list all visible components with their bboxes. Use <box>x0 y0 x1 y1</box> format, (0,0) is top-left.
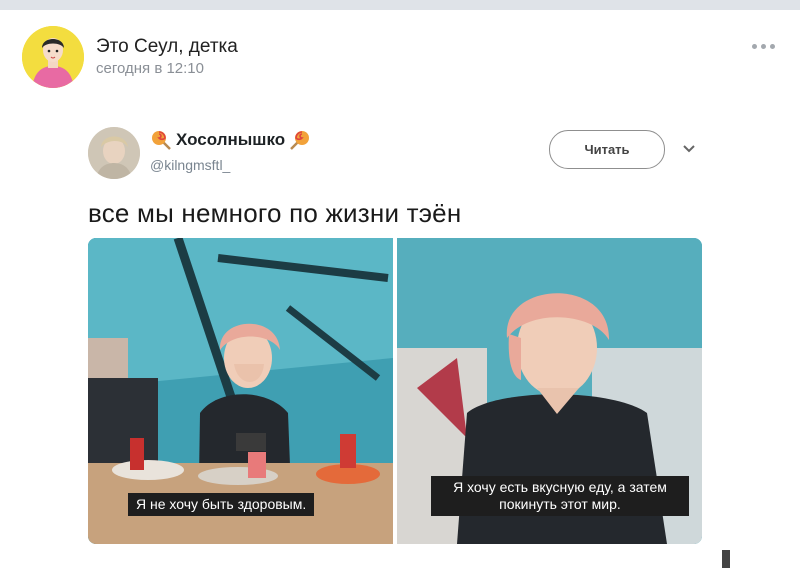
lollipop-icon <box>152 131 171 150</box>
left-image-frame: Я не хочу быть здоровым. <box>88 238 393 544</box>
tweet-media: Я не хочу быть здоровым. Я хочу есть вку… <box>88 238 702 544</box>
tweet-screenshot: Хосолнышко @kilngmsftl_ Читать все мы не… <box>84 120 714 550</box>
chevron-down-icon <box>683 145 695 153</box>
scroll-indicator <box>722 550 730 568</box>
post-timestamp[interactable]: сегодня в 12:10 <box>96 60 204 77</box>
lollipop-icon <box>290 131 310 150</box>
tweet-author-row: Хосолнышко <box>150 129 311 151</box>
group-name[interactable]: Это Сеул, детка <box>96 36 238 58</box>
top-bar <box>0 0 800 10</box>
group-avatar[interactable] <box>22 26 84 88</box>
more-horizontal-icon[interactable] <box>748 36 778 56</box>
right-image-frame: Я хочу есть вкусную еду, а затем покинут… <box>397 238 702 544</box>
post-header: Это Сеул, детка сегодня в 12:10 <box>22 26 782 92</box>
tweet-author-name: Хосолнышко <box>176 130 286 149</box>
tweet-author-avatar <box>88 127 140 179</box>
tweet-text: все мы немного по жизни тэён <box>88 198 462 228</box>
left-subtitle: Я не хочу быть здоровым. <box>128 493 315 516</box>
right-subtitle: Я хочу есть вкусную еду, а затем покинут… <box>431 476 689 516</box>
tweet-author-handle: @kilngmsftl_ <box>150 157 231 173</box>
follow-button: Читать <box>549 130 665 169</box>
